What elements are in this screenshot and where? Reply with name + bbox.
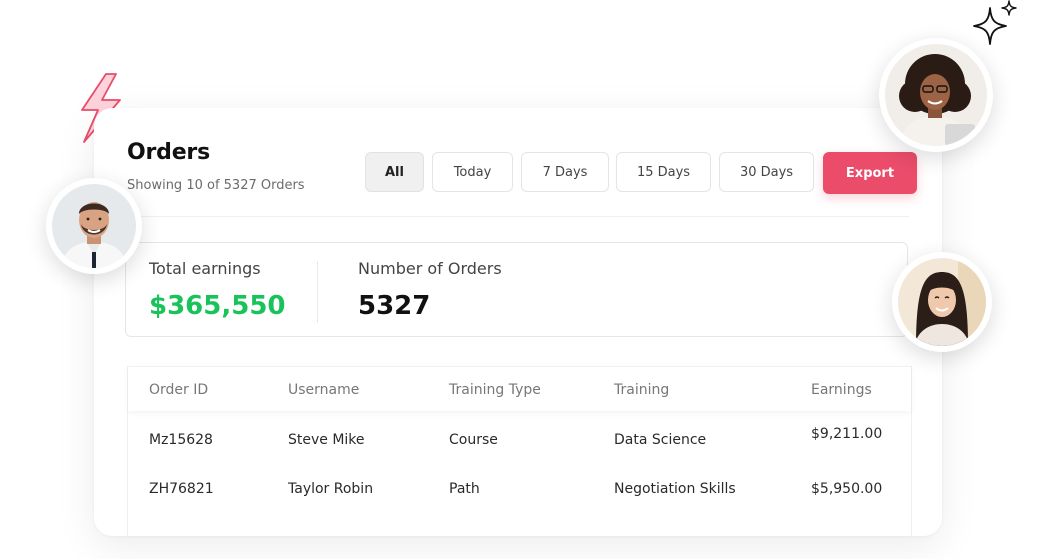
filter-30-days-button[interactable]: 30 Days xyxy=(719,152,814,192)
avatar-man-left xyxy=(46,178,142,274)
filter-7-days-button[interactable]: 7 Days xyxy=(521,152,609,192)
table-header: Order ID Username Training Type Training… xyxy=(128,366,911,411)
earnings-cell: $5,950.00 xyxy=(811,481,883,497)
order-id-cell: Mz15628 xyxy=(149,432,213,448)
export-button[interactable]: Export xyxy=(823,152,917,194)
avatar-woman-smiling-photo xyxy=(898,258,986,346)
number-of-orders-value: 5327 xyxy=(358,291,431,321)
earnings-cell: $9,211.00 xyxy=(811,426,883,442)
filter-all-button[interactable]: All xyxy=(365,152,424,192)
filter-15-days-button[interactable]: 15 Days xyxy=(616,152,711,192)
stats-panel: Total earnings $365,550 Number of Orders… xyxy=(125,242,908,337)
username-cell: Steve Mike xyxy=(288,432,365,448)
training-cell: Negotiation Skills xyxy=(614,481,736,497)
total-earnings-value: $365,550 xyxy=(149,291,286,321)
number-of-orders-label: Number of Orders xyxy=(358,259,502,278)
column-header-username[interactable]: Username xyxy=(288,382,359,398)
avatar-woman-top-right xyxy=(879,38,993,152)
stats-divider xyxy=(317,261,318,323)
sparkle-icon xyxy=(973,0,1017,45)
orders-table: Order ID Username Training Type Training… xyxy=(127,366,912,536)
page-title: Orders xyxy=(127,140,210,165)
avatar-woman-right xyxy=(892,252,992,352)
table-row[interactable]: ZH76821 Taylor Robin Path Negotiation Sk… xyxy=(128,473,911,521)
orders-subtitle: Showing 10 of 5327 Orders xyxy=(127,178,305,193)
filter-today-button[interactable]: Today xyxy=(432,152,513,192)
column-header-training-type[interactable]: Training Type xyxy=(449,382,541,398)
order-id-cell: ZH76821 xyxy=(149,481,214,497)
training-cell: Data Science xyxy=(614,432,707,448)
column-header-order-id[interactable]: Order ID xyxy=(149,382,208,398)
total-earnings-label: Total earnings xyxy=(149,259,261,278)
header-divider xyxy=(127,216,909,217)
username-cell: Taylor Robin xyxy=(288,481,374,497)
table-row[interactable]: Mz15628 Steve Mike Course Data Science $… xyxy=(128,424,911,472)
column-header-training[interactable]: Training xyxy=(614,382,669,398)
avatar-man-photo xyxy=(52,184,136,268)
avatar-woman-curly-photo xyxy=(885,44,987,146)
training-type-cell: Path xyxy=(449,481,480,497)
orders-card: Orders Showing 10 of 5327 Orders All Tod… xyxy=(94,108,942,536)
column-header-earnings[interactable]: Earnings xyxy=(811,382,872,398)
training-type-cell: Course xyxy=(449,432,498,448)
